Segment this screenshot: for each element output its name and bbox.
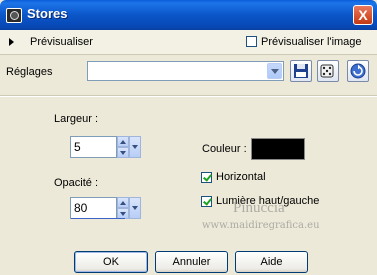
reset-button[interactable] (347, 60, 369, 82)
preview-image-checkbox[interactable] (246, 36, 257, 47)
dice-icon (320, 64, 334, 78)
watermark-name: Pinuccia (233, 200, 285, 216)
opacity-up-arrow-icon[interactable] (117, 197, 129, 208)
preview-image-label[interactable]: Prévisualiser l'image (261, 36, 362, 48)
width-input[interactable]: 5 (70, 136, 117, 158)
width-dropdown-icon[interactable] (129, 136, 141, 158)
horizontal-checkbox[interactable] (201, 172, 212, 183)
save-disk-icon (294, 64, 308, 78)
help-button[interactable]: Aide (235, 251, 308, 273)
presets-label: Réglages (6, 66, 53, 78)
cancel-button[interactable]: Annuler (155, 251, 228, 273)
reset-arrow-icon (350, 63, 366, 79)
window-title: Stores (27, 6, 68, 21)
watermark-url: www.maidiregrafica.eu (202, 220, 320, 231)
close-button[interactable]: X (353, 5, 373, 25)
save-preset-button[interactable] (290, 60, 312, 82)
ok-button[interactable]: OK (74, 251, 148, 273)
preview-bar: Prévisualiser Prévisualiser l'image (0, 30, 377, 55)
color-swatch[interactable] (251, 138, 305, 160)
color-label: Couleur : (202, 143, 247, 155)
opacity-focus-underline (71, 218, 125, 219)
opacity-input[interactable]: 80 (70, 197, 117, 219)
preview-toggle-label[interactable]: Prévisualiser (30, 36, 93, 48)
opacity-dropdown-icon[interactable] (129, 197, 141, 219)
randomize-button[interactable] (317, 60, 339, 82)
title-bar: Stores X (0, 0, 377, 30)
width-down-arrow-icon[interactable] (117, 147, 129, 158)
horizontal-label[interactable]: Horizontal (216, 171, 266, 183)
divider (0, 95, 377, 97)
presets-dropdown[interactable] (87, 61, 284, 81)
expand-triangle-icon[interactable] (9, 38, 14, 46)
width-up-arrow-icon[interactable] (117, 136, 129, 147)
opacity-label: Opacité : (54, 177, 99, 189)
light-top-left-checkbox[interactable] (201, 196, 212, 207)
app-camera-icon (6, 8, 22, 23)
chevron-down-icon[interactable] (267, 63, 282, 79)
width-label: Largeur : (54, 113, 99, 125)
